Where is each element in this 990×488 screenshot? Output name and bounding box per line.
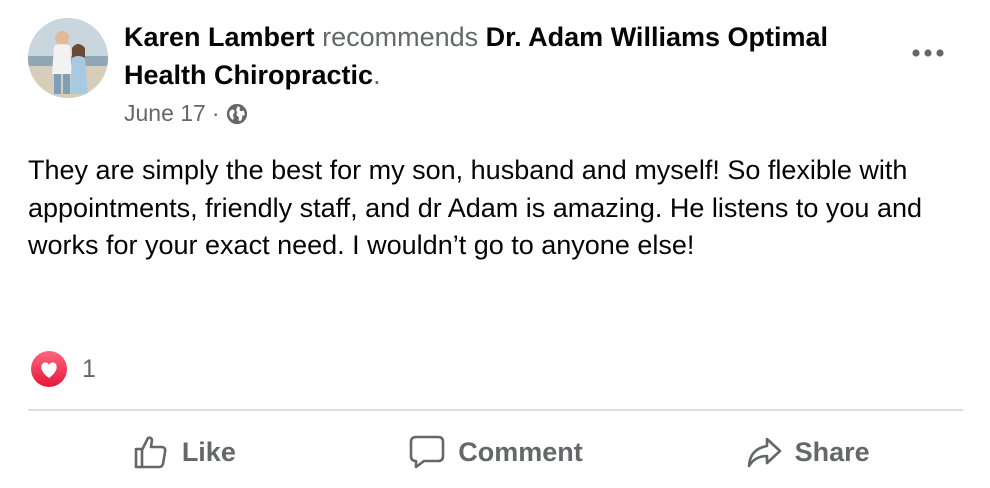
meta-separator: · bbox=[211, 100, 220, 126]
thumbs-up-icon bbox=[134, 436, 167, 469]
globe-icon[interactable] bbox=[226, 103, 248, 125]
post-actions-bar: Like Comment Share bbox=[28, 424, 963, 480]
like-label: Like bbox=[181, 436, 236, 467]
reaction-count: 1 bbox=[82, 354, 96, 383]
comment-button[interactable]: Comment bbox=[340, 424, 652, 480]
share-label: Share bbox=[794, 436, 870, 467]
love-reaction-icon bbox=[31, 351, 67, 387]
more-options-button[interactable] bbox=[906, 36, 950, 70]
author-avatar[interactable] bbox=[28, 18, 108, 98]
post-header: Karen Lambert recommends Dr. Adam Willia… bbox=[124, 18, 884, 94]
post-date[interactable]: June 17 bbox=[124, 100, 206, 127]
like-button[interactable]: Like bbox=[28, 424, 340, 480]
author-name[interactable]: Karen Lambert bbox=[124, 22, 315, 52]
post-body-text: They are simply the best for my son, hus… bbox=[28, 155, 922, 260]
actions-divider bbox=[28, 409, 963, 411]
post-headline: Karen Lambert recommends Dr. Adam Willia… bbox=[124, 18, 884, 94]
comment-icon bbox=[409, 435, 445, 469]
recommends-verb: recommends bbox=[322, 22, 479, 52]
headline-period: . bbox=[373, 60, 381, 90]
recommendation-post: Karen Lambert recommends Dr. Adam Willia… bbox=[0, 0, 990, 488]
avatar-photo bbox=[28, 18, 108, 98]
reactions-summary[interactable]: 1 bbox=[30, 350, 96, 388]
share-button[interactable]: Share bbox=[651, 424, 963, 480]
share-icon bbox=[747, 437, 781, 468]
post-meta: June 17 · bbox=[124, 100, 248, 127]
comment-label: Comment bbox=[458, 436, 583, 467]
more-dots-icon bbox=[912, 49, 944, 57]
